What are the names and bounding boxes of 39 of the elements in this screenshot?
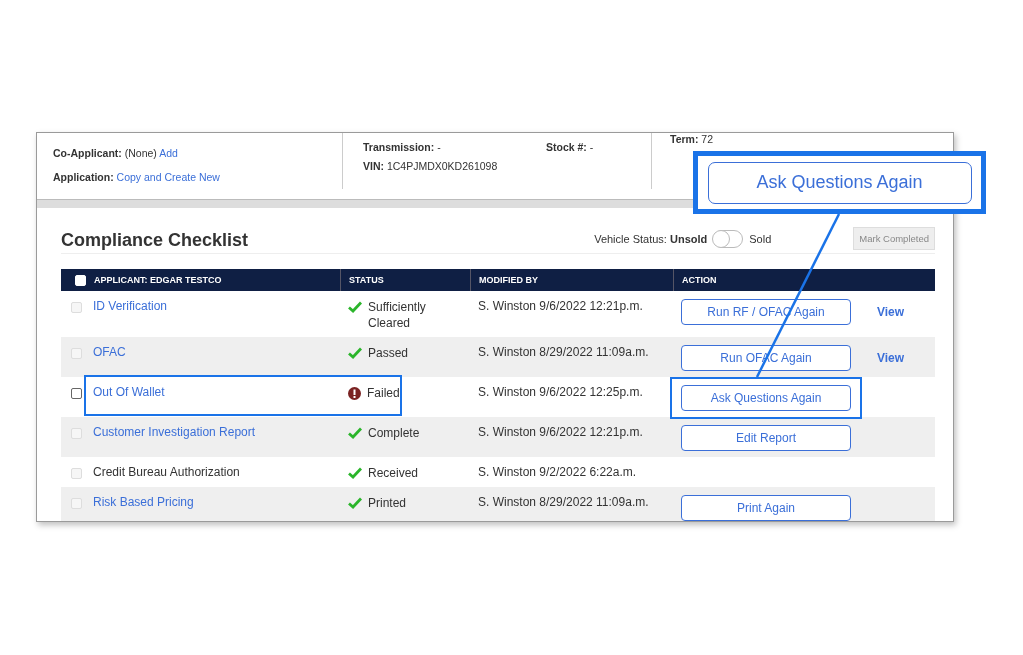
column-header: APPLICANT: EDGAR TESTCO	[93, 274, 223, 287]
field-label: VIN:	[363, 160, 384, 172]
column-header: MODIFIED BY	[470, 269, 673, 291]
modified-text: S. Winston 9/6/2022 12:25p.m.	[477, 385, 643, 399]
status-text: Printed	[368, 495, 408, 511]
row-checkbox[interactable]	[71, 388, 82, 399]
field-value: (None)	[124, 147, 157, 159]
modified-text: S. Winston 9/6/2022 12:21p.m.	[477, 425, 643, 439]
vehicle-status-text: Vehicle Status: Unsold	[594, 232, 708, 245]
text-link[interactable]: Copy and Create New	[116, 171, 220, 183]
ask-questions-button[interactable]: Ask Questions Again	[707, 161, 972, 204]
field-value: 1C4PJMDX0KD261098	[386, 160, 498, 172]
status-text: Complete	[368, 425, 421, 441]
field-label: Stock #:	[546, 141, 587, 153]
field-label: Application:	[53, 171, 114, 183]
field-label: Transmission:	[363, 141, 435, 153]
modified-text: S. Winston 9/2/2022 6:22a.m.	[477, 465, 637, 479]
status-text: Failed	[367, 385, 401, 401]
field-label: Co-Applicant:	[53, 147, 122, 159]
status-text: Sufficiently Cleared	[368, 299, 427, 331]
field-label: Term:	[670, 133, 699, 145]
action-button[interactable]: Ask Questions Again	[681, 385, 851, 411]
column-header: ACTION	[673, 269, 860, 291]
field-value: -	[589, 141, 594, 153]
status-text: Passed	[368, 345, 410, 361]
item-link[interactable]: Out Of Wallet	[90, 385, 165, 399]
modified-text: S. Winston 9/6/2022 12:21p.m.	[477, 299, 643, 313]
item-name: Credit Bureau Authorization	[92, 465, 240, 479]
field-value: -	[437, 141, 441, 153]
field-value: 72	[701, 133, 713, 145]
toggle-switch[interactable]	[713, 229, 744, 248]
section-title: Compliance Checklist	[61, 229, 250, 251]
modified-text: S. Winston 8/29/2022 11:09a.m.	[477, 495, 649, 509]
column-header: STATUS	[340, 269, 470, 291]
modified-text: S. Winston 8/29/2022 11:09a.m.	[477, 345, 649, 359]
select-all-checkbox[interactable]	[75, 274, 86, 286]
toggle-label: Sold	[749, 232, 772, 245]
status-text: Received	[368, 465, 420, 481]
text-link[interactable]: Add	[159, 147, 178, 159]
